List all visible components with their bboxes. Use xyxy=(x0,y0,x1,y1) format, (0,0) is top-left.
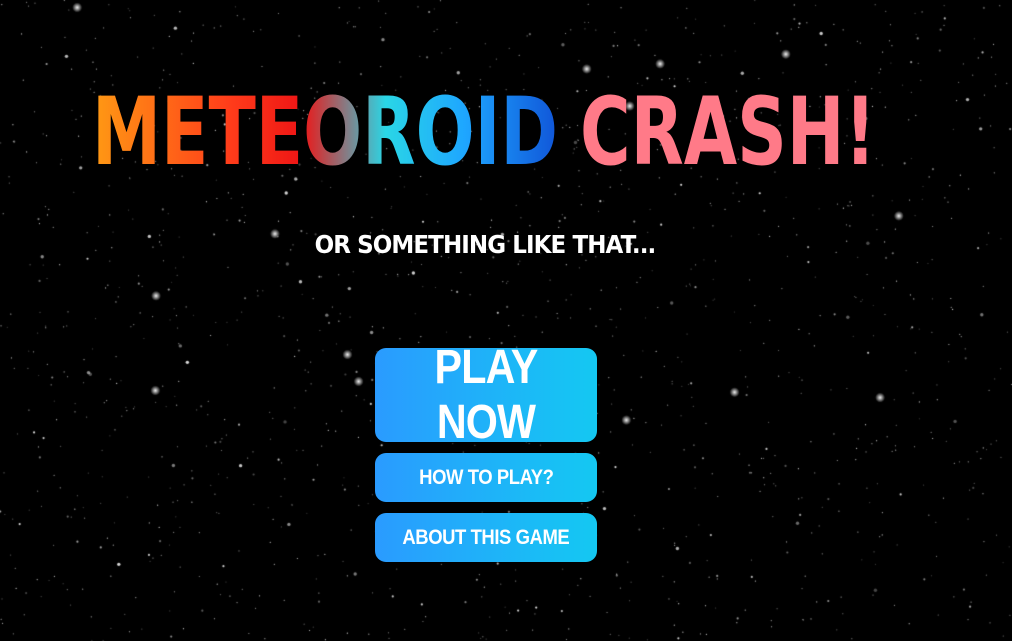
how-to-play-label: HOW TO PLAY? xyxy=(418,465,554,489)
title-word-crash: CRASH! xyxy=(580,78,876,178)
about-game-label: ABOUT THIS GAME xyxy=(402,525,570,549)
play-now-label: PLAY NOW xyxy=(434,341,539,449)
game-title: METEOROID CRASH! xyxy=(0,78,1012,178)
title-word-meteoroid: METEOROID xyxy=(92,78,558,178)
title-svg: METEOROID CRASH! xyxy=(92,78,876,178)
play-now-button[interactable]: PLAY NOW xyxy=(375,341,597,449)
game-screen: METEOROID CRASH! OR SOMETHING LIKE THAT.… xyxy=(0,0,1012,641)
how-to-play-button[interactable]: HOW TO PLAY? xyxy=(375,453,597,502)
subtitle: OR SOMETHING LIKE THAT... xyxy=(314,230,657,259)
about-game-button[interactable]: ABOUT THIS GAME xyxy=(375,513,597,562)
